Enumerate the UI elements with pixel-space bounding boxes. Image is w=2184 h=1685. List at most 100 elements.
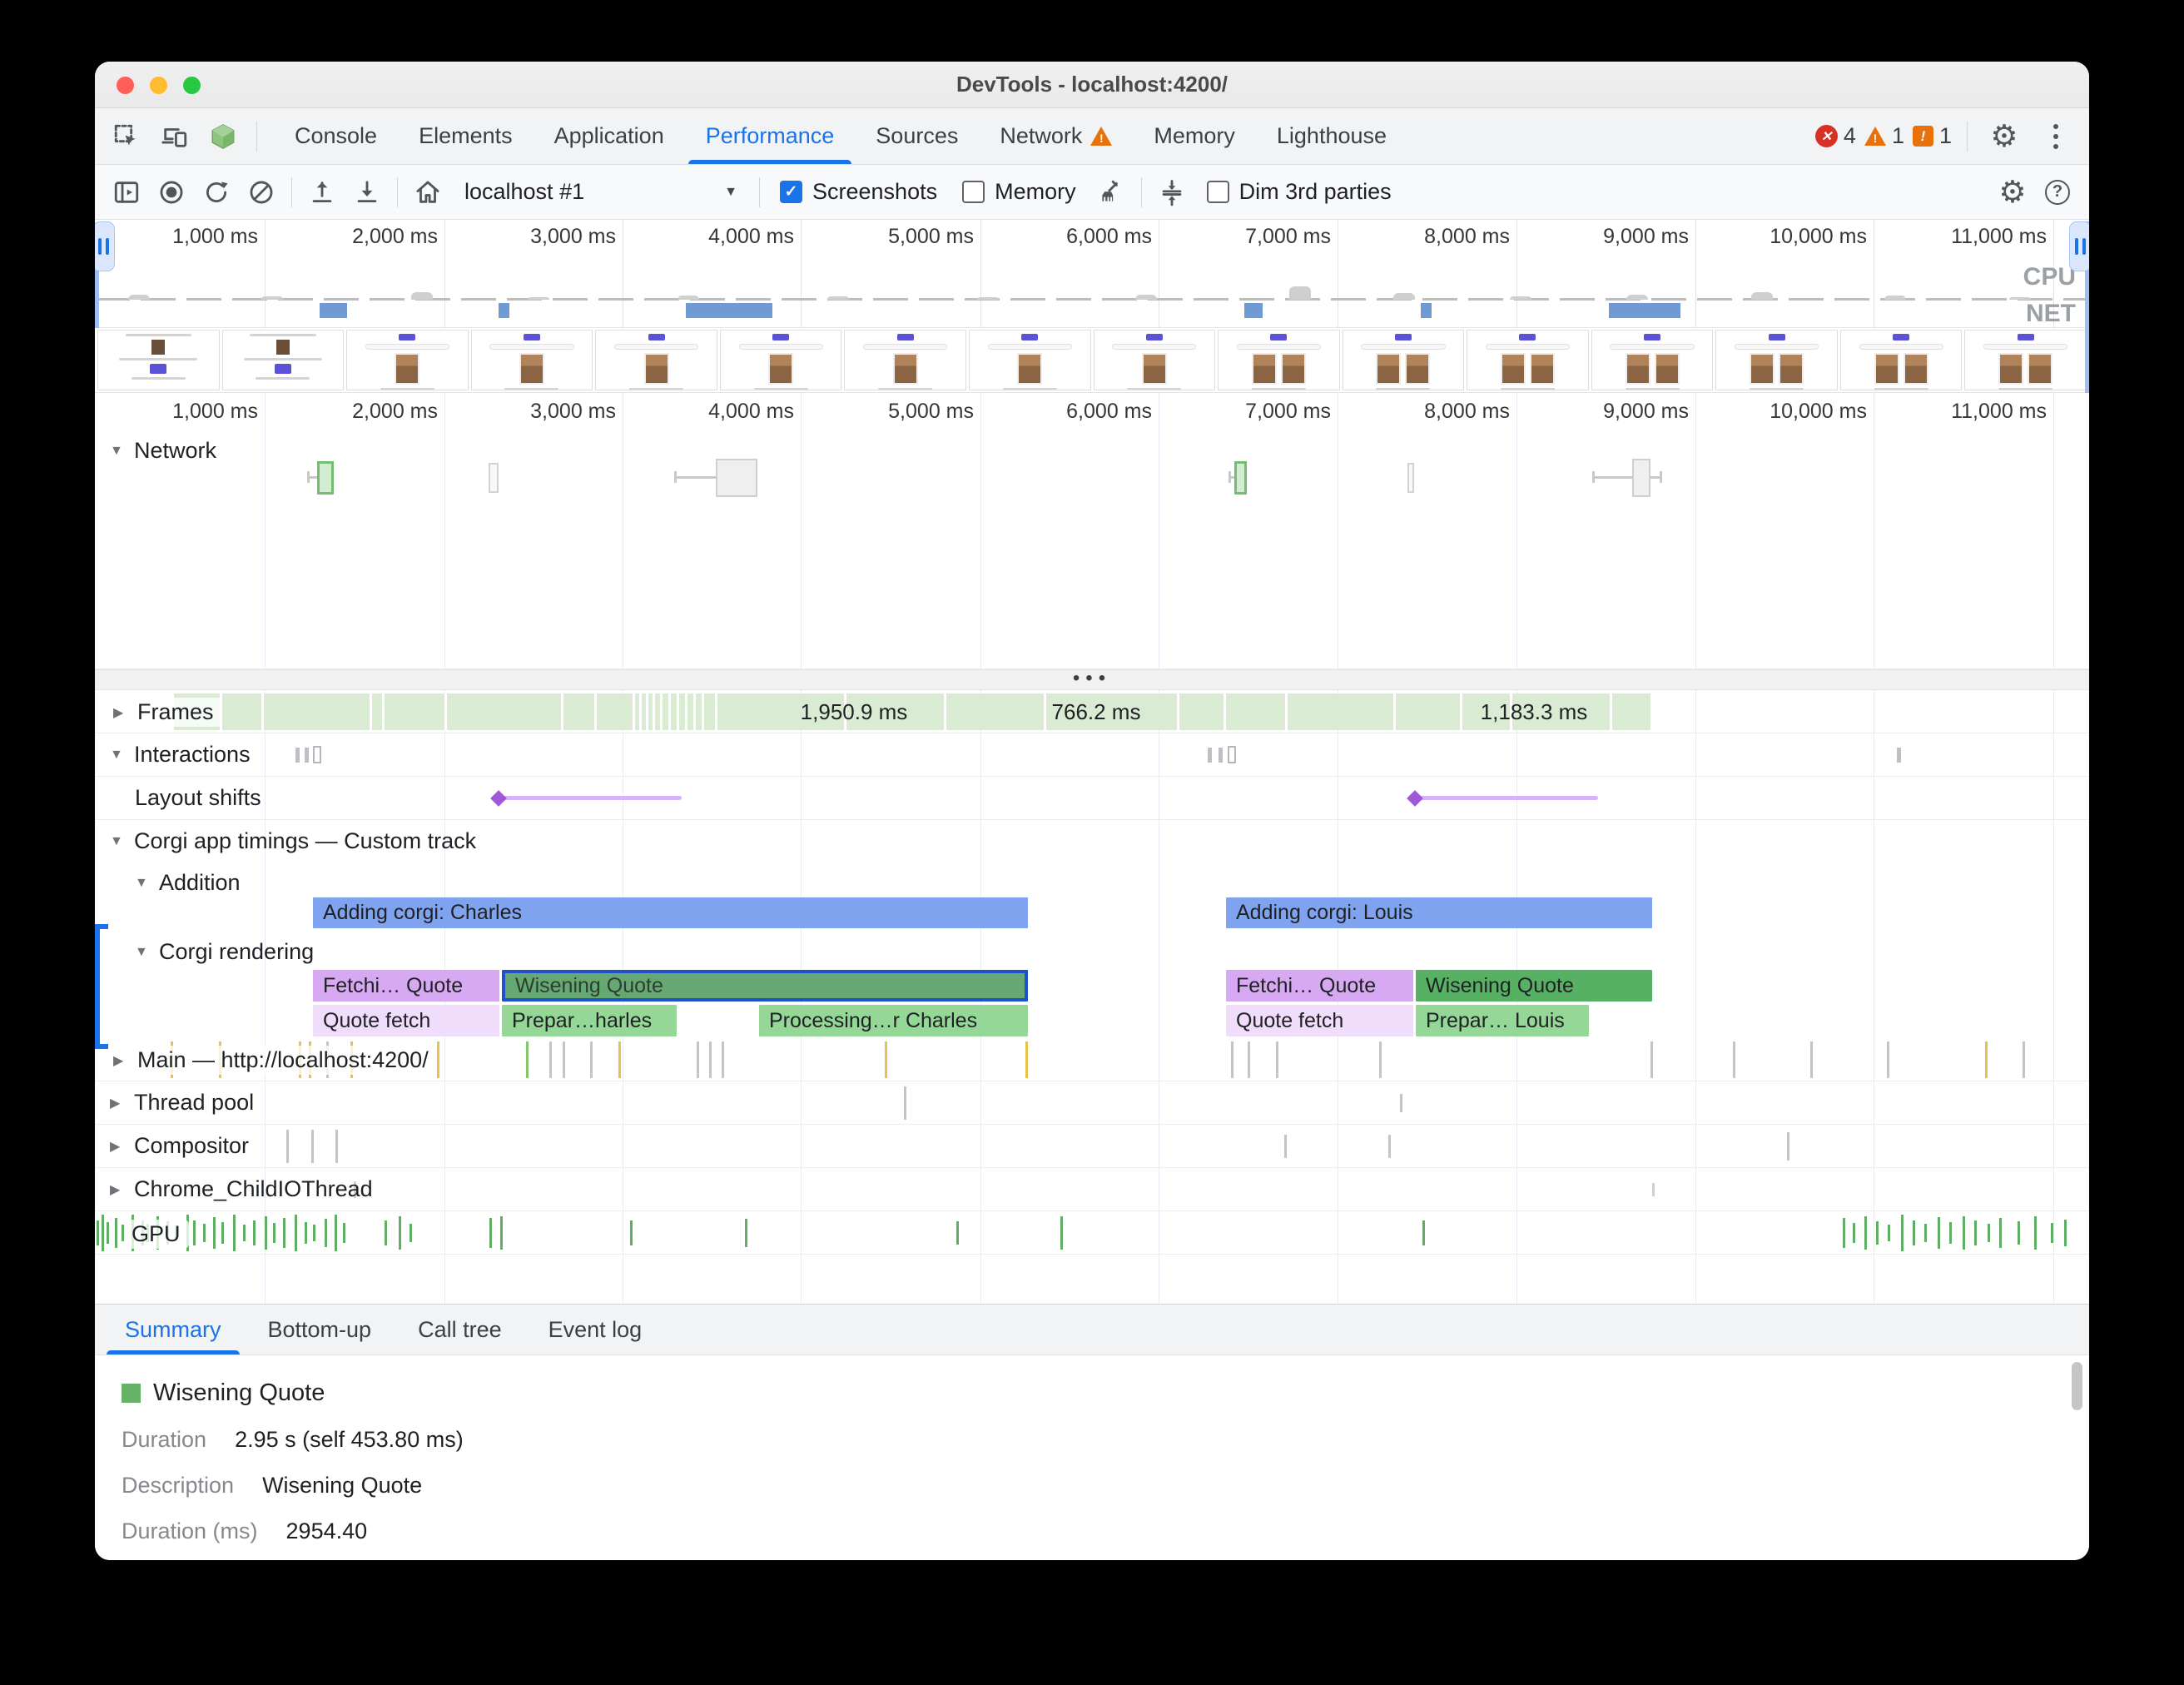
screenshot-filmstrip[interactable] (95, 328, 2089, 393)
triangle-down-icon[interactable]: ▼ (110, 444, 127, 459)
capture-settings-icon[interactable]: ⚙ (1991, 171, 2034, 214)
triangle-right-icon[interactable]: ▶ (110, 1095, 127, 1111)
console-warnings-badge[interactable]: !1 (1864, 123, 1904, 149)
load-profile-icon[interactable] (300, 171, 344, 214)
track-gpu[interactable]: GPU (128, 1220, 189, 1249)
close-button[interactable] (117, 77, 134, 94)
timeline-overview[interactable]: 1,000 ms2,000 ms3,000 ms4,000 ms5,000 ms… (95, 220, 2089, 328)
track-custom[interactable]: ▼ Corgi app timings — Custom track (110, 828, 476, 854)
track-layout-shifts[interactable]: Layout shifts (135, 785, 261, 811)
triangle-right-icon[interactable]: ▶ (113, 704, 130, 721)
screenshot-thumbnail[interactable] (1964, 330, 2087, 390)
track-network[interactable]: ▼ Network (110, 438, 216, 464)
screenshot-thumbnail[interactable] (471, 330, 593, 390)
network-request[interactable] (1234, 461, 1247, 495)
screenshot-thumbnail[interactable] (1591, 330, 1714, 390)
details-tab-event-log[interactable]: Event log (525, 1305, 666, 1354)
issues-badge[interactable]: !1 (1913, 123, 1952, 149)
help-icon[interactable]: ? (2036, 171, 2079, 214)
collapse-sections-icon[interactable] (1150, 171, 1194, 214)
thread-event (745, 1219, 747, 1247)
track-thread-pool[interactable]: ▶ Thread pool (110, 1090, 254, 1116)
screenshot-thumbnail[interactable] (1343, 330, 1465, 390)
triangle-down-icon[interactable]: ▼ (110, 748, 127, 763)
custom-timing-bar[interactable]: Adding corgi: Charles (313, 897, 1028, 928)
triangle-down-icon[interactable]: ▼ (110, 834, 127, 849)
track-compositor[interactable]: ▶ Compositor (110, 1133, 249, 1159)
triangle-down-icon[interactable]: ▼ (135, 876, 151, 891)
screenshot-thumbnail[interactable] (969, 330, 1091, 390)
screenshot-thumbnail[interactable] (595, 330, 717, 390)
network-request[interactable] (1407, 463, 1414, 493)
device-toolbar-icon[interactable] (153, 115, 196, 158)
clear-icon[interactable] (240, 171, 283, 214)
track-childio[interactable]: ▶ Chrome_ChildIOThread (110, 1176, 373, 1202)
track-frames[interactable]: ▶ Frames (110, 698, 222, 727)
screenshot-thumbnail[interactable] (1715, 330, 1838, 390)
node-devtools-icon[interactable] (201, 115, 245, 158)
titlebar[interactable]: DevTools - localhost:4200/ (95, 62, 2089, 108)
details-tab-call-tree[interactable]: Call tree (395, 1305, 525, 1354)
garbage-collect-icon[interactable] (1090, 171, 1133, 214)
track-group-divider[interactable]: ••• (95, 669, 2089, 690)
console-errors-badge[interactable]: ✕4 (1815, 123, 1856, 149)
custom-timing-bar[interactable]: Adding corgi: Louis (1226, 897, 1652, 928)
triangle-right-icon[interactable]: ▶ (113, 1052, 130, 1069)
memory-checkbox[interactable]: Memory (951, 179, 1088, 205)
minimize-button[interactable] (150, 77, 167, 94)
details-tab-bottom-up[interactable]: Bottom-up (245, 1305, 395, 1354)
history-select[interactable]: localhost #1 ▼ (451, 179, 751, 205)
tab-performance[interactable]: Performance (685, 108, 856, 164)
network-request[interactable] (317, 461, 334, 495)
dim-3rd-parties-checkbox[interactable]: Dim 3rd parties (1195, 179, 1403, 205)
track-corgi-rendering[interactable]: ▼ Corgi rendering (135, 939, 314, 965)
overview-right-handle[interactable] (2069, 221, 2089, 271)
record-and-reload-icon[interactable] (195, 171, 238, 214)
record-icon[interactable] (150, 171, 193, 214)
tab-console[interactable]: Console (274, 108, 398, 164)
track-addition[interactable]: ▼ Addition (135, 870, 241, 896)
save-profile-icon[interactable] (345, 171, 389, 214)
triangle-right-icon[interactable]: ▶ (110, 1181, 127, 1198)
screenshot-thumbnail[interactable] (346, 330, 469, 390)
track-main[interactable]: ▶ Main — http://localhost:4200/ (110, 1046, 437, 1075)
track-interactions[interactable]: ▼ Interactions (110, 742, 251, 768)
flamechart-timeline[interactable]: 1,000 ms2,000 ms3,000 ms4,000 ms5,000 ms… (95, 393, 2089, 1304)
track-label-text: Compositor (134, 1133, 249, 1159)
screenshot-thumbnail[interactable] (97, 330, 220, 390)
tab-network[interactable]: Network! (979, 108, 1133, 164)
inspect-element-icon[interactable] (105, 115, 148, 158)
screenshot-thumbnail[interactable] (1840, 330, 1963, 390)
summary-scrollbar[interactable] (2072, 1362, 2082, 1410)
main-thread-event (1231, 1041, 1233, 1078)
more-options-icon[interactable] (2034, 115, 2077, 158)
thread-event (399, 1216, 401, 1250)
screenshot-thumbnail[interactable] (720, 330, 842, 390)
overview-left-handle[interactable] (95, 221, 115, 271)
frame-boundary (660, 693, 663, 730)
tab-lighthouse[interactable]: Lighthouse (1256, 108, 1407, 164)
frames-duration-bar[interactable] (174, 693, 1650, 730)
triangle-right-icon[interactable]: ▶ (110, 1138, 127, 1155)
thread-event (243, 1225, 246, 1241)
maximize-button[interactable] (183, 77, 201, 94)
network-request[interactable] (1632, 459, 1650, 497)
screenshot-thumbnail[interactable] (1218, 330, 1340, 390)
settings-icon[interactable]: ⚙ (1983, 115, 2026, 158)
screenshots-checkbox[interactable]: ✓ Screenshots (768, 179, 949, 205)
screenshot-thumbnail[interactable] (1467, 330, 1589, 390)
tab-elements[interactable]: Elements (398, 108, 534, 164)
triangle-down-icon[interactable]: ▼ (135, 945, 151, 960)
screenshot-thumbnail[interactable] (1094, 330, 1216, 390)
screenshot-thumbnail[interactable] (844, 330, 966, 390)
network-request[interactable] (489, 463, 499, 493)
tab-sources[interactable]: Sources (855, 108, 979, 164)
corgi-photo (1779, 353, 1804, 385)
toggle-sidebar-icon[interactable] (105, 171, 148, 214)
screenshot-thumbnail[interactable] (222, 330, 345, 390)
tab-application[interactable]: Application (534, 108, 685, 164)
details-tab-summary[interactable]: Summary (102, 1305, 245, 1354)
tab-memory[interactable]: Memory (1133, 108, 1256, 164)
home-icon[interactable] (406, 171, 449, 214)
network-request[interactable] (716, 459, 757, 497)
